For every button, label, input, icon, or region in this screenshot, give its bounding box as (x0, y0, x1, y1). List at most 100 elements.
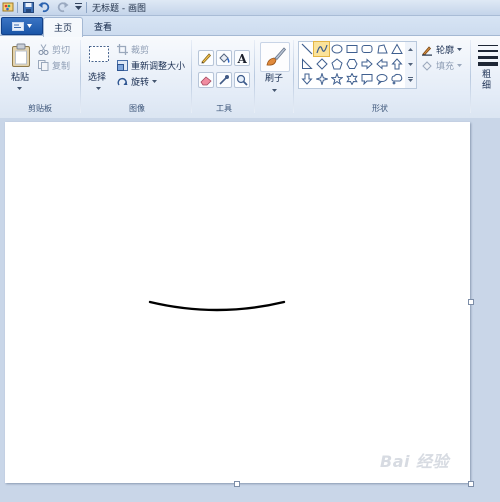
size-label: 粗细 (482, 70, 492, 91)
magnifier-button[interactable] (234, 72, 250, 88)
oval-callout-shape-icon (376, 74, 387, 85)
scroll-down-icon[interactable] (408, 60, 413, 70)
tools-group-label: 工具 (216, 104, 232, 113)
resize-button[interactable]: 重新调整大小 (117, 59, 185, 72)
save-icon[interactable] (22, 1, 34, 13)
line-width-icon (478, 45, 498, 66)
customize-toolbar-icon[interactable] (74, 1, 82, 13)
file-menu-icon (12, 21, 24, 31)
left-arrow-shape-icon (375, 58, 387, 70)
brush-icon (266, 47, 287, 66)
right-arrow-shape-button[interactable] (359, 57, 374, 71)
down-arrow-shape-icon (300, 73, 313, 85)
title-bar: 无标题 - 画图 (0, 0, 500, 16)
brushes-label: 刷子 (265, 74, 284, 84)
copy-button[interactable]: 复制 (38, 59, 70, 72)
down-arrow-shape-button[interactable] (299, 72, 314, 86)
line-shape-button[interactable] (299, 42, 314, 56)
resize-icon (117, 60, 128, 71)
brushes-dropdown-icon[interactable] (272, 86, 277, 96)
eyedropper-icon (219, 75, 229, 85)
oval-shape-button[interactable] (329, 42, 344, 56)
chevron-down-icon (27, 24, 32, 28)
hexagon-shape-icon (345, 59, 358, 69)
line-shape-icon (301, 43, 312, 55)
watermark: Bai 经验 (380, 452, 450, 471)
oval-callout-shape-button[interactable] (374, 72, 389, 86)
group-separator (254, 40, 255, 113)
paint-app-icon[interactable] (2, 1, 14, 13)
size-button[interactable] (476, 42, 500, 68)
outline-button[interactable]: 轮廓 (421, 43, 463, 56)
pencil-button[interactable] (198, 50, 214, 66)
cut-button[interactable]: 剪切 (38, 43, 70, 56)
text-icon: A (237, 52, 248, 64)
curve-shape-icon (315, 44, 328, 54)
rectangle-shape-button[interactable] (344, 42, 359, 56)
color-picker-button[interactable] (216, 72, 232, 88)
triangle-shape-button[interactable] (389, 42, 404, 56)
triangle-shape-icon (390, 43, 403, 54)
polygon-shape-button[interactable] (374, 42, 389, 56)
hexagon-shape-button[interactable] (344, 57, 359, 71)
expand-gallery-icon[interactable] (408, 76, 413, 86)
canvas-resize-handle-bottom[interactable] (234, 481, 240, 487)
drawing-canvas[interactable] (5, 122, 470, 483)
rotate-label: 旋转 (131, 78, 150, 88)
crop-label: 裁剪 (131, 46, 150, 56)
eraser-button[interactable] (198, 72, 214, 88)
six-point-star-shape-button[interactable] (344, 72, 359, 86)
up-arrow-shape-button[interactable] (389, 57, 404, 71)
rectangle-shape-icon (346, 45, 357, 53)
group-separator (80, 40, 81, 113)
right-triangle-shape-button[interactable] (299, 57, 314, 71)
copy-label: 复制 (52, 62, 71, 72)
diamond-shape-icon (315, 58, 328, 70)
tab-view[interactable]: 查看 (86, 17, 120, 36)
fill-button[interactable] (216, 50, 232, 66)
canvas-resize-handle-right[interactable] (468, 299, 474, 305)
outline-label: 轮廓 (436, 46, 455, 56)
diamond-shape-button[interactable] (314, 57, 329, 71)
canvas-resize-handle-corner[interactable] (468, 481, 474, 487)
scroll-up-icon[interactable] (408, 45, 413, 55)
rotate-button[interactable]: 旋转 (117, 75, 158, 88)
outline-brush-icon (422, 45, 432, 56)
right-arrow-shape-icon (361, 58, 373, 70)
cloud-callout-shape-button[interactable] (389, 72, 404, 86)
left-arrow-shape-button[interactable] (374, 57, 389, 71)
polygon-shape-icon (376, 44, 388, 54)
paste-button[interactable] (10, 42, 32, 68)
crop-icon (117, 44, 128, 55)
image-group-label: 图像 (129, 104, 145, 113)
redo-icon[interactable] (57, 1, 69, 13)
paste-dropdown-icon[interactable] (17, 84, 22, 94)
file-menu-button[interactable] (1, 17, 43, 35)
crop-button[interactable]: 裁剪 (117, 43, 149, 56)
selection-icon (89, 46, 109, 62)
select-dropdown-icon[interactable] (96, 84, 101, 94)
rectangle-callout-shape-button[interactable] (359, 72, 374, 86)
text-button[interactable]: A (234, 50, 250, 66)
curve-shape-button[interactable] (313, 41, 330, 57)
tab-view-label: 查看 (93, 23, 112, 33)
fill-label: 填充 (436, 62, 455, 72)
tab-home[interactable]: 主页 (43, 17, 83, 37)
separator (86, 2, 87, 13)
five-point-star-shape-button[interactable] (329, 72, 344, 86)
four-point-star-shape-button[interactable] (314, 72, 329, 86)
oval-shape-icon (331, 44, 342, 54)
copy-icon (38, 60, 49, 71)
fill-bucket-icon (422, 60, 432, 71)
undo-icon[interactable] (38, 1, 50, 13)
group-separator (191, 40, 192, 113)
six-point-star-shape-icon (345, 73, 358, 85)
rounded-rectangle-shape-button[interactable] (359, 42, 374, 56)
svg-text:A: A (237, 52, 248, 64)
select-button[interactable] (87, 43, 111, 65)
pentagon-shape-button[interactable] (329, 57, 344, 71)
brushes-button[interactable] (260, 42, 290, 72)
eraser-icon (200, 76, 212, 86)
rotate-icon (117, 77, 128, 86)
fill-shape-button[interactable]: 填充 (421, 59, 463, 72)
